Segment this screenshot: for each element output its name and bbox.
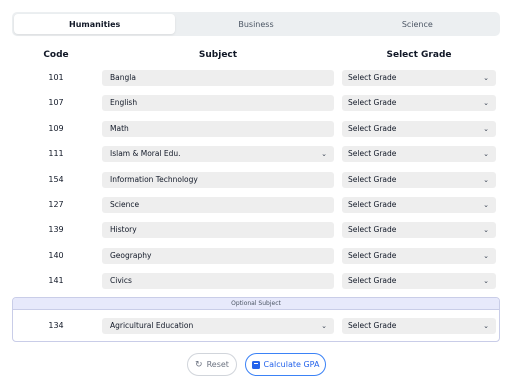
subject-row: 107 English Select Grade ⌄ <box>0 95 512 111</box>
column-header-grade: Select Grade <box>386 50 452 60</box>
calculator-icon <box>251 360 260 369</box>
chevron-down-icon: ⌄ <box>483 74 489 82</box>
grade-select-label: Select Grade <box>348 149 397 158</box>
tab-humanities[interactable]: Humanities <box>14 14 176 34</box>
grade-select-label: Select Grade <box>348 98 397 107</box>
optional-subject-header: Optional Subject <box>13 298 499 310</box>
chevron-down-icon: ⌄ <box>483 125 489 133</box>
subject-field: Science <box>102 197 334 213</box>
grade-select[interactable]: Select Grade ⌄ <box>342 172 496 188</box>
column-header-subject: Subject <box>198 50 238 60</box>
calculate-gpa-button[interactable]: Calculate GPA <box>245 353 326 376</box>
subject-row: 141 Civics Select Grade ⌄ <box>0 273 512 289</box>
subject-row: 101 Bangla Select Grade ⌄ <box>0 70 512 86</box>
subject-row: 127 Science Select Grade ⌄ <box>0 197 512 213</box>
subject-field: English <box>102 95 334 111</box>
subject-label: English <box>110 98 138 107</box>
chevron-down-icon: ⌄ <box>483 277 489 285</box>
reset-button-label: Reset <box>206 360 229 369</box>
subject-field: History <box>102 222 334 238</box>
subject-row: 109 Math Select Grade ⌄ <box>0 121 512 137</box>
chevron-down-icon: ⌄ <box>321 150 327 158</box>
tab-science[interactable]: Science <box>337 14 498 34</box>
grade-select-label: Select Grade <box>348 225 397 234</box>
chevron-down-icon: ⌄ <box>321 322 327 330</box>
subject-code: 101 <box>48 73 64 82</box>
grade-select[interactable]: Select Grade ⌄ <box>342 318 496 334</box>
chevron-down-icon: ⌄ <box>483 99 489 107</box>
subject-code: 141 <box>48 276 64 285</box>
subject-label: Bangla <box>110 73 136 82</box>
subject-label: Science <box>110 200 140 209</box>
grade-select[interactable]: Select Grade ⌄ <box>342 273 496 289</box>
grade-select-label: Select Grade <box>348 73 397 82</box>
subject-label: Agricultural Education <box>110 321 194 330</box>
chevron-down-icon: ⌄ <box>483 150 489 158</box>
subject-code: 111 <box>48 149 64 158</box>
stream-tabs: Humanities Business Science <box>12 12 500 36</box>
subject-label: Geography <box>110 251 152 260</box>
grade-select[interactable]: Select Grade ⌄ <box>342 70 496 86</box>
subject-field: Math <box>102 121 334 137</box>
optional-subject-select[interactable]: Agricultural Education ⌄ <box>102 318 334 334</box>
grade-select[interactable]: Select Grade ⌄ <box>342 121 496 137</box>
chevron-down-icon: ⌄ <box>483 322 489 330</box>
chevron-down-icon: ⌄ <box>483 252 489 260</box>
subject-label: History <box>110 225 137 234</box>
subject-field: Bangla <box>102 70 334 86</box>
subject-code: 140 <box>48 251 64 260</box>
reset-button[interactable]: ↻ Reset <box>187 353 237 376</box>
grade-select-label: Select Grade <box>348 175 397 184</box>
tab-business[interactable]: Business <box>175 14 336 34</box>
grade-select-label: Select Grade <box>348 251 397 260</box>
chevron-down-icon: ⌄ <box>483 226 489 234</box>
subject-field: Geography <box>102 248 334 264</box>
grade-select[interactable]: Select Grade ⌄ <box>342 197 496 213</box>
grade-select[interactable]: Select Grade ⌄ <box>342 222 496 238</box>
subject-code: 109 <box>48 124 64 133</box>
grade-select[interactable]: Select Grade ⌄ <box>342 95 496 111</box>
subject-label: Islam & Moral Edu. <box>110 149 181 158</box>
chevron-down-icon: ⌄ <box>483 201 489 209</box>
subject-row: 140 Geography Select Grade ⌄ <box>0 248 512 264</box>
subject-row: 139 History Select Grade ⌄ <box>0 222 512 238</box>
grade-select-label: Select Grade <box>348 321 397 330</box>
reset-icon: ↻ <box>195 359 203 370</box>
subject-code: 107 <box>48 98 64 107</box>
subject-label: Math <box>110 124 129 133</box>
subject-code: 127 <box>48 200 64 209</box>
grade-select[interactable]: Select Grade ⌄ <box>342 146 496 162</box>
grade-select[interactable]: Select Grade ⌄ <box>342 248 496 264</box>
subject-code: 154 <box>48 175 64 184</box>
column-header-code: Code <box>43 50 69 60</box>
subject-field: Information Technology <box>102 172 334 188</box>
subject-label: Information Technology <box>110 175 198 184</box>
calculate-gpa-button-label: Calculate GPA <box>263 360 320 369</box>
chevron-down-icon: ⌄ <box>483 176 489 184</box>
grade-select-label: Select Grade <box>348 200 397 209</box>
subject-field: Civics <box>102 273 334 289</box>
grade-select-label: Select Grade <box>348 276 397 285</box>
subject-row: 111 Islam & Moral Edu. ⌄ Select Grade ⌄ <box>0 146 512 162</box>
subject-row: 154 Information Technology Select Grade ⌄ <box>0 172 512 188</box>
subject-select[interactable]: Islam & Moral Edu. ⌄ <box>102 146 334 162</box>
grade-select-label: Select Grade <box>348 124 397 133</box>
subject-label: Civics <box>110 276 132 285</box>
subject-code: 134 <box>48 321 64 330</box>
optional-subject-row: 134 Agricultural Education ⌄ Select Grade… <box>0 318 512 334</box>
subject-code: 139 <box>48 225 64 234</box>
